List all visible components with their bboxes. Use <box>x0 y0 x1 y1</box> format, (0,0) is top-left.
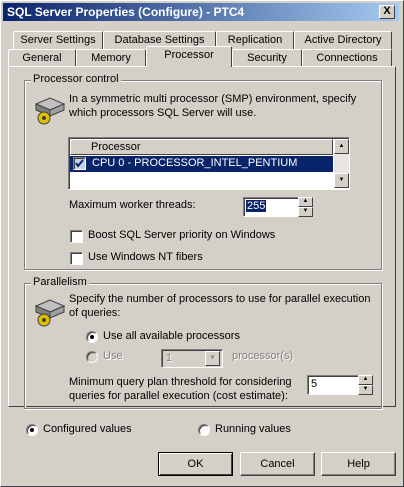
tab-label: Memory <box>91 52 131 64</box>
tab-label: Security <box>247 52 287 64</box>
tab-label: Database Settings <box>114 34 205 46</box>
threshold-label-line1: Minimum query plan threshold for conside… <box>69 376 292 388</box>
parallelism-description: Specify the number of processors to use … <box>69 293 371 319</box>
threshold-input[interactable]: 5 <box>307 375 359 395</box>
title-bar: SQL Server Properties (Configure) - PTC4 <box>3 3 399 21</box>
processor-description: In a symmetric multi processor (SMP) env… <box>69 93 357 119</box>
nt-fibers-checkbox[interactable] <box>70 252 83 265</box>
nt-fibers-label[interactable]: Use Windows NT fibers <box>88 251 203 263</box>
tab-security[interactable]: Security <box>232 49 302 67</box>
tab-processor[interactable]: Processor <box>146 46 232 67</box>
use-n-processors-radio[interactable] <box>86 351 98 363</box>
help-button[interactable]: Help <box>321 452 396 476</box>
tab-connections[interactable]: Connections <box>302 49 392 67</box>
scroll-down-icon[interactable]: ▼ <box>334 173 349 188</box>
boost-priority-label[interactable]: Boost SQL Server priority on Windows <box>88 229 275 241</box>
max-threads-value: 255 <box>246 200 267 212</box>
processor-list-header[interactable]: Processor <box>70 139 333 155</box>
processor-count-value: 1 <box>166 352 173 364</box>
scroll-up-icon[interactable]: ▲ <box>334 139 349 154</box>
tab-label: General <box>22 52 62 64</box>
processor-count-select[interactable]: 1 ▼ <box>161 349 223 368</box>
spin-up-icon[interactable]: ▲ <box>358 375 373 385</box>
use-all-processors-label[interactable]: Use all available processors <box>103 330 240 342</box>
processors-suffix: processor(s) <box>232 350 294 362</box>
checkbox-checked-icon[interactable] <box>73 157 86 170</box>
processor-list[interactable]: Processor CPU 0 - PROCESSOR_INTEL_PENTIU… <box>68 137 350 190</box>
configured-values-label[interactable]: Configured values <box>43 423 132 435</box>
tab-memory[interactable]: Memory <box>76 49 146 67</box>
use-n-processors-label[interactable]: Use <box>103 350 123 362</box>
max-threads-label: Maximum worker threads: <box>69 199 196 211</box>
running-values-label[interactable]: Running values <box>215 423 291 435</box>
tab-general[interactable]: General <box>8 49 76 67</box>
ok-button[interactable]: OK <box>158 452 233 476</box>
tab-active-directory[interactable]: Active Directory <box>294 31 392 49</box>
spin-down-icon[interactable]: ▼ <box>298 207 313 217</box>
processor-control-legend: Processor control <box>31 73 121 85</box>
processor-row[interactable]: CPU 0 - PROCESSOR_INTEL_PENTIUM <box>70 156 333 172</box>
threshold-value: 5 <box>311 378 318 390</box>
tab-label: Server Settings <box>20 34 96 46</box>
threshold-label-line2: queries for parallel execution (cost est… <box>69 390 288 402</box>
close-icon: X <box>383 5 391 17</box>
spin-up-icon[interactable]: ▲ <box>298 197 313 207</box>
use-all-processors-radio[interactable] <box>86 331 98 343</box>
close-button[interactable]: X <box>379 5 395 19</box>
cancel-button[interactable]: Cancel <box>240 452 315 476</box>
spin-down-icon[interactable]: ▼ <box>358 385 373 395</box>
tab-label: Active Directory <box>304 34 382 46</box>
configured-values-radio[interactable] <box>26 424 38 436</box>
processor-row-label: CPU 0 - PROCESSOR_INTEL_PENTIUM <box>92 157 298 169</box>
list-scrollbar[interactable]: ▲ ▼ <box>334 139 349 188</box>
tab-label: Replication <box>227 34 283 46</box>
boost-priority-checkbox[interactable] <box>70 230 83 243</box>
dropdown-arrow-icon[interactable]: ▼ <box>205 351 220 366</box>
gear-chip-icon <box>34 97 66 125</box>
tab-label: Connections <box>316 52 378 64</box>
max-threads-input[interactable]: 255 <box>243 197 300 217</box>
parallelism-legend: Parallelism <box>31 276 89 288</box>
tab-label: Processor <box>164 49 214 61</box>
tab-server-settings[interactable]: Server Settings <box>13 31 103 49</box>
running-values-radio[interactable] <box>198 424 210 436</box>
gear-chip-icon <box>34 299 66 327</box>
threshold-label: Minimum query plan threshold for conside… <box>69 375 292 403</box>
window-title: SQL Server Properties (Configure) - PTC4 <box>7 5 245 19</box>
